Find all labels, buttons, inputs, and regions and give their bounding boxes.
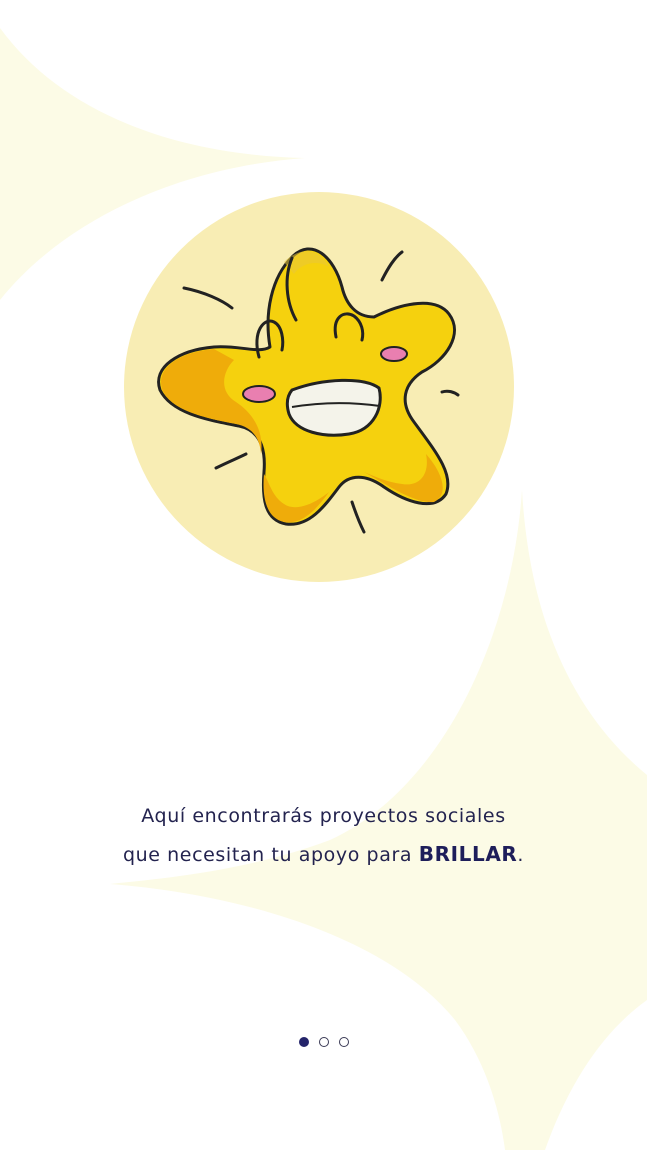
page-indicator xyxy=(0,1037,647,1047)
page-dot-2[interactable] xyxy=(318,1037,329,1047)
grin-mouth xyxy=(285,378,382,437)
message-line-2: que necesitan tu apoyo para BRILLAR. xyxy=(0,835,647,874)
page-dot-3[interactable] xyxy=(338,1037,349,1047)
sparkle-line-2 xyxy=(380,250,404,282)
sparkle-line-3 xyxy=(440,389,460,397)
sparkle-line-1 xyxy=(182,286,234,310)
onboarding-screen: Aquí encontrarás proyectos sociales que … xyxy=(0,0,647,1150)
left-cheek xyxy=(242,385,276,403)
right-cheek xyxy=(380,346,408,362)
message-line-2-prefix: que necesitan tu apoyo para xyxy=(122,844,419,866)
smiling-star-mascot-icon xyxy=(157,247,460,534)
sparkle-line-4 xyxy=(214,452,248,470)
onboarding-message: Aquí encontrarás proyectos sociales que … xyxy=(0,797,647,874)
message-highlight-word: BRILLAR xyxy=(418,842,518,866)
message-line-2-suffix: . xyxy=(517,844,525,866)
sparkle-line-5 xyxy=(350,500,366,534)
message-line-1: Aquí encontrarás proyectos sociales xyxy=(141,805,506,827)
page-dot-1[interactable] xyxy=(298,1037,309,1047)
